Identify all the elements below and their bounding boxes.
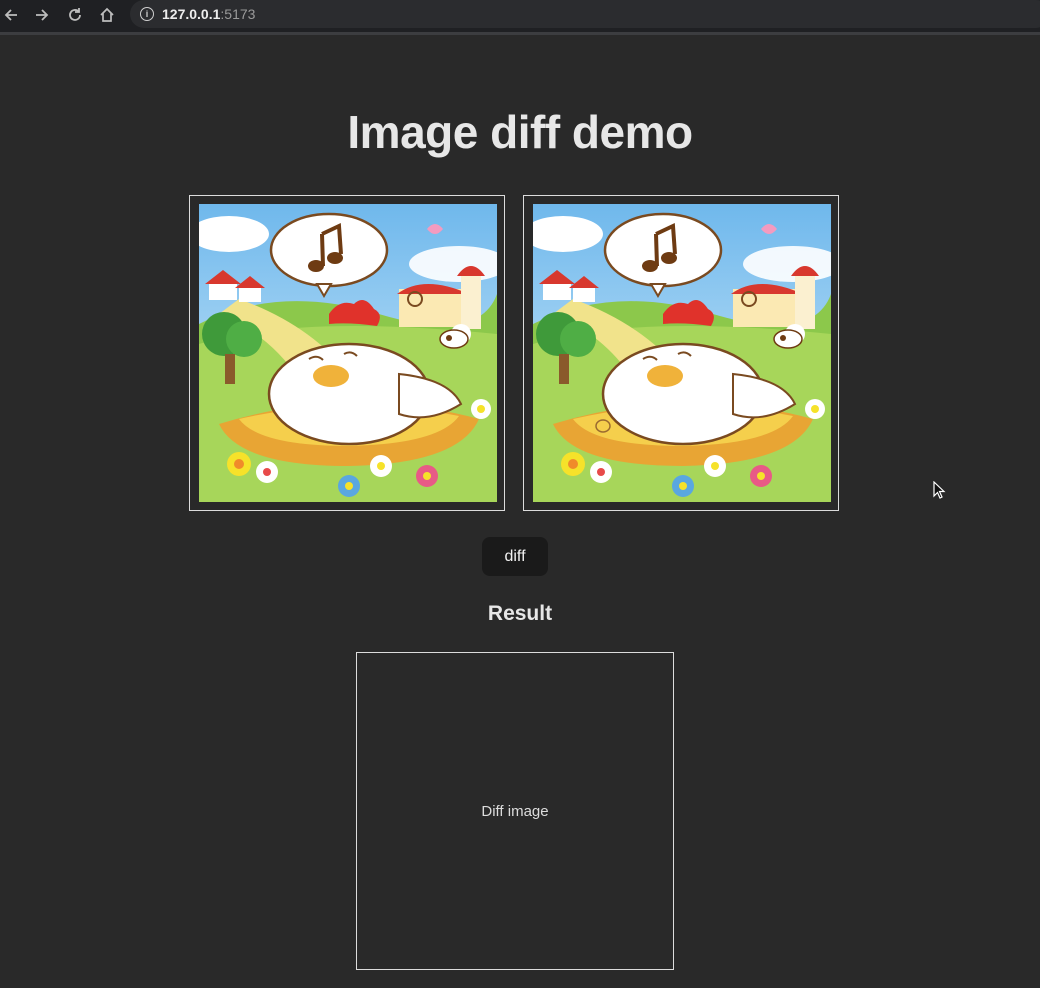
page-title: Image diff demo — [347, 106, 693, 158]
url-port: :5173 — [220, 6, 256, 22]
image-frame-left — [189, 195, 505, 511]
image-frame-right — [523, 195, 839, 511]
forward-arrow-icon — [36, 9, 49, 21]
address-bar[interactable]: i 127.0.0.1:5173 — [130, 0, 1040, 28]
browser-toolbar: i 127.0.0.1:5173 — [0, 0, 1040, 35]
home-button[interactable] — [96, 4, 118, 26]
hen-image-right — [533, 204, 831, 502]
url-text: 127.0.0.1:5173 — [162, 6, 255, 22]
url-host: 127.0.0.1 — [162, 6, 221, 22]
back-button[interactable] — [0, 4, 22, 26]
diff-result-frame: Diff image — [356, 652, 674, 970]
reload-button[interactable] — [64, 4, 86, 26]
info-icon[interactable]: i — [140, 7, 154, 21]
hen-image-left — [199, 204, 497, 502]
diff-button[interactable]: diff — [482, 537, 548, 576]
home-icon — [100, 7, 114, 22]
back-arrow-icon — [4, 9, 17, 21]
result-heading: Result — [487, 602, 553, 625]
diff-image-placeholder: Diff image — [481, 802, 549, 820]
mouse-cursor-icon — [933, 481, 946, 499]
forward-button[interactable] — [31, 4, 53, 26]
reload-icon — [69, 8, 81, 21]
